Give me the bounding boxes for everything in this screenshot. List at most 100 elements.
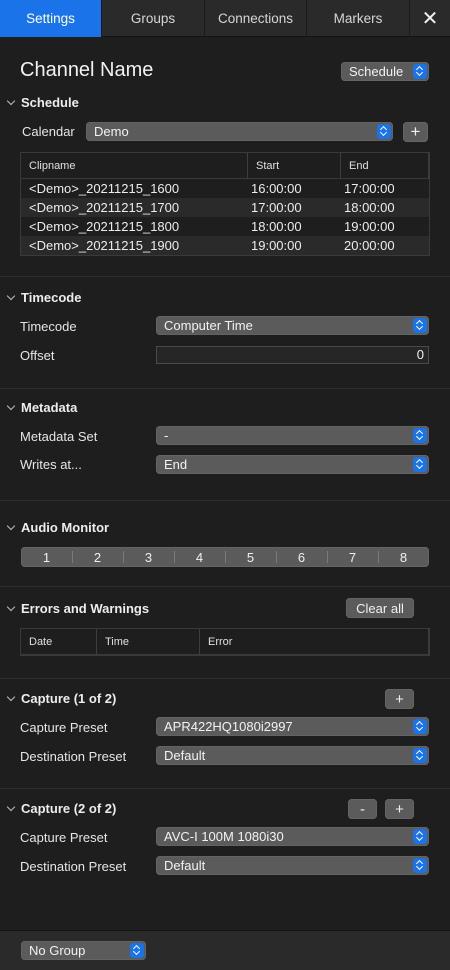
audio-channel-8[interactable]: 8	[378, 547, 429, 567]
chevron-down-icon	[6, 98, 16, 108]
capture2-destination-value: Default	[164, 858, 206, 873]
audio-channel-selector: 1 2 3 4 5 6 7 8	[21, 547, 429, 567]
table-row[interactable]: <Demo>_20211215_1900 19:00:00 20:00:00	[21, 236, 429, 255]
capture1-preset-label: Capture Preset	[20, 720, 108, 735]
tab-groups[interactable]: Groups	[102, 0, 205, 37]
clear-all-button[interactable]: Clear all	[346, 598, 414, 618]
remove-capture-button[interactable]: -	[348, 799, 377, 819]
metadata-set-label: Metadata Set	[20, 429, 98, 444]
mode-select-value: Schedule	[349, 64, 404, 79]
section-errors-title: Errors and Warnings	[21, 601, 150, 616]
cell-start: 19:00:00	[251, 238, 302, 253]
section-errors-header[interactable]: Errors and Warnings	[6, 601, 149, 616]
metadata-set-value: -	[164, 428, 169, 443]
capture2-preset-value: AVC-I 100M 1080i30	[164, 829, 284, 844]
chevron-updown-icon	[377, 124, 391, 139]
writes-at-select[interactable]: End	[156, 455, 429, 474]
cell-end: 19:00:00	[344, 219, 395, 234]
timecode-label: Timecode	[20, 319, 77, 334]
section-capture2-title: Capture (2 of 2)	[21, 801, 117, 816]
capture1-preset-select[interactable]: APR422HQ1080i2997	[156, 717, 429, 736]
cell-clipname: <Demo>_20211215_1700	[29, 200, 180, 215]
footer-bar: No Group	[0, 930, 450, 970]
metadata-set-select[interactable]: -	[156, 426, 429, 445]
table-row[interactable]: <Demo>_20211215_1600 16:00:00 17:00:00	[21, 179, 429, 198]
chevron-updown-icon	[130, 943, 144, 958]
audio-channel-4[interactable]: 4	[174, 547, 225, 567]
section-timecode-header[interactable]: Timecode	[6, 290, 81, 305]
section-divider	[0, 586, 450, 587]
group-select[interactable]: No Group	[21, 941, 146, 960]
capture1-preset-value: APR422HQ1080i2997	[164, 719, 293, 734]
timecode-select-value: Computer Time	[164, 318, 253, 333]
section-capture2-header[interactable]: Capture (2 of 2)	[6, 801, 116, 816]
section-capture1-header[interactable]: Capture (1 of 2)	[6, 691, 116, 706]
column-clipname[interactable]: Clipname	[21, 153, 248, 179]
capture2-preset-select[interactable]: AVC-I 100M 1080i30	[156, 827, 429, 846]
cell-end: 17:00:00	[344, 181, 395, 196]
tab-markers[interactable]: Markers	[307, 0, 410, 37]
plus-icon: +	[410, 122, 421, 141]
mode-select[interactable]: Schedule	[341, 62, 429, 81]
cell-start: 18:00:00	[251, 219, 302, 234]
chevron-updown-icon	[413, 428, 427, 443]
column-error[interactable]: Error	[200, 629, 429, 655]
capture2-destination-select[interactable]: Default	[156, 856, 429, 875]
chevron-down-icon	[6, 523, 16, 533]
calendar-label: Calendar	[22, 124, 75, 139]
calendar-select-value: Demo	[94, 124, 129, 139]
section-schedule-header[interactable]: Schedule	[6, 95, 79, 110]
offset-input[interactable]: 0	[156, 346, 429, 364]
table-row[interactable]: <Demo>_20211215_1700 17:00:00 18:00:00	[21, 198, 429, 217]
section-audio-header[interactable]: Audio Monitor	[6, 520, 109, 535]
chevron-updown-icon	[413, 748, 427, 763]
section-divider	[0, 388, 450, 389]
audio-channel-5[interactable]: 5	[225, 547, 276, 567]
column-end[interactable]: End	[341, 153, 429, 179]
writes-at-label: Writes at...	[20, 457, 82, 472]
section-metadata-title: Metadata	[21, 400, 78, 415]
errors-table: Date Time Error	[20, 628, 430, 656]
audio-channel-6[interactable]: 6	[276, 547, 327, 567]
calendar-select[interactable]: Demo	[86, 122, 393, 141]
tab-bar: Settings Groups Connections Markers ✕	[0, 0, 450, 37]
cell-end: 20:00:00	[344, 238, 395, 253]
chevron-down-icon	[6, 604, 16, 614]
tab-settings[interactable]: Settings	[0, 0, 102, 37]
errors-table-header: Date Time Error	[21, 629, 429, 655]
chevron-updown-icon	[413, 318, 427, 333]
audio-channel-7[interactable]: 7	[327, 547, 378, 567]
column-time[interactable]: Time	[97, 629, 200, 655]
chevron-down-icon	[6, 804, 16, 814]
section-audio-title: Audio Monitor	[21, 520, 110, 535]
capture1-destination-label: Destination Preset	[20, 749, 127, 764]
section-divider	[0, 678, 450, 679]
audio-channel-3[interactable]: 3	[123, 547, 174, 567]
audio-channel-2[interactable]: 2	[72, 547, 123, 567]
chevron-updown-icon	[413, 858, 427, 873]
section-divider	[0, 276, 450, 277]
audio-channel-1[interactable]: 1	[21, 547, 72, 567]
add-calendar-button[interactable]: +	[403, 122, 428, 142]
cell-clipname: <Demo>_20211215_1800	[29, 219, 180, 234]
capture1-destination-select[interactable]: Default	[156, 746, 429, 765]
section-metadata-header[interactable]: Metadata	[6, 400, 77, 415]
column-date[interactable]: Date	[21, 629, 97, 655]
column-start[interactable]: Start	[248, 153, 341, 179]
tab-connections[interactable]: Connections	[205, 0, 307, 37]
section-divider	[0, 500, 450, 501]
chevron-updown-icon	[413, 829, 427, 844]
timecode-select[interactable]: Computer Time	[156, 316, 429, 335]
section-divider	[0, 788, 450, 789]
add-capture-button[interactable]: +	[385, 799, 414, 819]
chevron-updown-icon	[413, 457, 427, 472]
chevron-down-icon	[6, 293, 16, 303]
cell-start: 17:00:00	[251, 200, 302, 215]
close-icon[interactable]: ✕	[410, 0, 450, 37]
minus-icon: -	[360, 800, 365, 818]
table-row[interactable]: <Demo>_20211215_1800 18:00:00 19:00:00	[21, 217, 429, 236]
section-timecode-title: Timecode	[21, 290, 82, 305]
section-schedule-title: Schedule	[21, 95, 79, 110]
add-capture-button[interactable]: +	[385, 689, 414, 709]
page-title: Channel Name	[20, 59, 154, 81]
